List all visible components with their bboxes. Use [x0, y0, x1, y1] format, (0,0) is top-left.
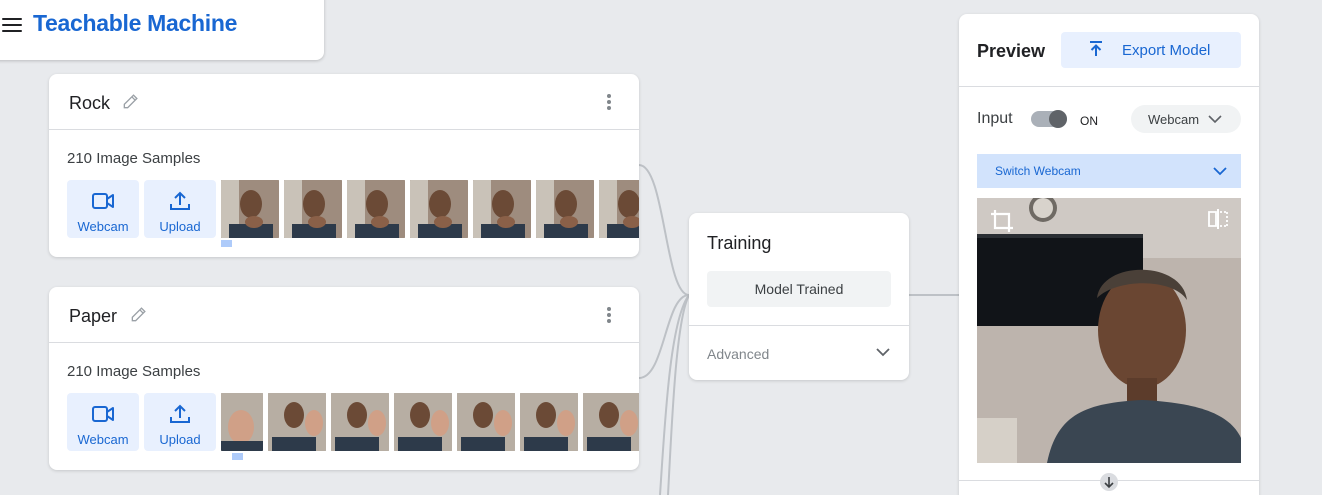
sample-thumbnail[interactable] [473, 180, 531, 238]
chevron-down-icon [1208, 115, 1222, 124]
video-camera-icon [92, 193, 114, 209]
class-card-header: Paper [49, 287, 639, 343]
video-camera-icon [92, 406, 114, 422]
thumbnail-scrollbar[interactable] [221, 240, 232, 247]
upload-button[interactable]: Upload [144, 180, 216, 238]
sample-thumbnail[interactable] [410, 180, 468, 238]
divider [689, 325, 909, 326]
pencil-icon[interactable] [129, 304, 149, 324]
class-card-header: Rock [49, 74, 639, 130]
menu-icon[interactable] [2, 18, 22, 32]
class-name[interactable]: Paper [69, 306, 117, 327]
input-source-select[interactable]: Webcam [1131, 105, 1241, 133]
export-icon [1090, 41, 1102, 56]
app-title: Teachable Machine [33, 10, 238, 36]
class-name[interactable]: Rock [69, 93, 110, 114]
sample-thumbnail[interactable] [347, 180, 405, 238]
thumbnail-scrollbar[interactable] [232, 453, 243, 460]
upload-button-label: Upload [159, 219, 201, 234]
webcam-button[interactable]: Webcam [67, 180, 139, 238]
arrow-down-icon [1104, 477, 1114, 489]
advanced-toggle[interactable]: Advanced [707, 346, 769, 362]
sample-thumbnail[interactable] [457, 393, 515, 451]
sample-thumbnail[interactable] [284, 180, 342, 238]
sample-thumbnail[interactable] [331, 393, 389, 451]
sample-thumbnail[interactable] [583, 393, 639, 451]
training-title: Training [707, 233, 772, 253]
webcam-button-label: Webcam [77, 219, 129, 234]
crop-icon[interactable] [989, 208, 1015, 234]
webcam-button[interactable]: Webcam [67, 393, 139, 451]
switch-webcam-dropdown[interactable]: Switch Webcam [977, 154, 1241, 188]
flip-icon[interactable] [1207, 208, 1229, 230]
app-header: Teachable Machine [0, 0, 324, 60]
upload-button-label: Upload [159, 432, 201, 447]
toggle-knob [1049, 110, 1067, 128]
train-model-button[interactable]: Model Trained [707, 271, 891, 307]
preview-title: Preview [977, 41, 1046, 61]
sample-thumbnail[interactable] [221, 393, 263, 451]
pencil-icon[interactable] [121, 91, 141, 111]
input-state: ON [1080, 114, 1098, 128]
sample-thumbnail[interactable] [520, 393, 578, 451]
class-card-rock: Rock 210 Image Samples Webcam Upload [49, 74, 639, 257]
sample-thumbnail[interactable] [394, 393, 452, 451]
more-options-icon[interactable] [603, 94, 615, 112]
scroll-down-button[interactable] [1100, 473, 1118, 491]
chevron-down-icon[interactable] [875, 346, 891, 358]
class-card-paper: Paper 210 Image Samples Webcam Upload [49, 287, 639, 470]
sample-thumbnail[interactable] [268, 393, 326, 451]
input-source-value: Webcam [1148, 112, 1200, 127]
chevron-down-icon [1213, 167, 1227, 176]
sample-thumbnail[interactable] [599, 180, 639, 238]
webcam-feed [977, 198, 1241, 463]
more-options-icon[interactable] [603, 307, 615, 325]
upload-icon [170, 404, 190, 423]
training-card: Training Model Trained Advanced [689, 213, 909, 380]
sample-count: 210 Image Samples [67, 150, 201, 167]
export-model-button[interactable]: Export Model [1061, 32, 1241, 68]
input-label: Input [977, 110, 1013, 127]
sample-count: 210 Image Samples [67, 363, 201, 380]
preview-panel: Preview Export Model Input ON Webcam Swi… [959, 14, 1259, 495]
upload-icon [170, 191, 190, 210]
export-model-label: Export Model [1122, 42, 1211, 59]
webcam-button-label: Webcam [77, 432, 129, 447]
sample-thumbnail[interactable] [221, 180, 279, 238]
upload-button[interactable]: Upload [144, 393, 216, 451]
input-toggle[interactable] [1031, 110, 1067, 128]
sample-thumbnail[interactable] [536, 180, 594, 238]
divider [959, 86, 1259, 87]
switch-webcam-label: Switch Webcam [995, 164, 1081, 178]
